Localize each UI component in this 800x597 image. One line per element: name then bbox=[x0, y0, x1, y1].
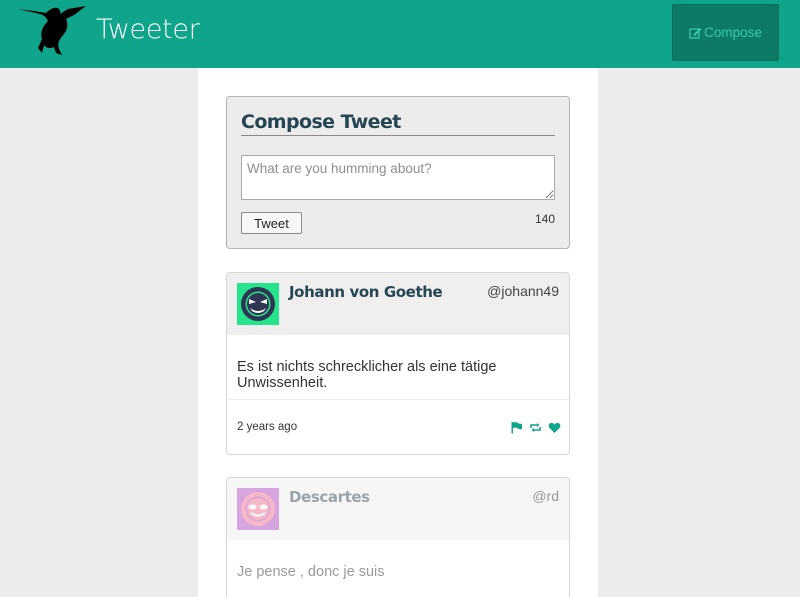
main-column: Compose Tweet Tweet 140 Johann von Goeth… bbox=[198, 68, 598, 597]
tweet-footer: 2 years ago bbox=[227, 399, 569, 454]
hummingbird-icon[interactable] bbox=[16, 3, 88, 57]
tweet-actions bbox=[510, 421, 561, 434]
flag-icon[interactable] bbox=[510, 421, 523, 434]
author-handle[interactable]: @rd bbox=[532, 488, 559, 504]
avatar bbox=[237, 488, 279, 530]
navbar: Tweeter Compose bbox=[0, 0, 800, 68]
avatar bbox=[237, 283, 279, 325]
tweet-header: Johann von Goethe @johann49 bbox=[227, 273, 569, 335]
tweet-timestamp: 2 years ago bbox=[237, 421, 298, 433]
compose-tweet-panel: Compose Tweet Tweet 140 bbox=[226, 96, 570, 249]
brand-title[interactable]: Tweeter bbox=[96, 14, 200, 45]
tweet-text-input[interactable] bbox=[241, 155, 555, 200]
author-handle[interactable]: @johann49 bbox=[487, 283, 559, 299]
compose-button[interactable]: Compose bbox=[672, 4, 779, 61]
tweet-header: Descartes @rd bbox=[227, 478, 569, 540]
tweet-submit-button[interactable]: Tweet bbox=[241, 212, 302, 234]
tweet-text: Je pense , donc je suis bbox=[237, 564, 385, 580]
character-counter: 140 bbox=[534, 212, 555, 226]
compose-tweet-title: Compose Tweet bbox=[241, 111, 555, 136]
author-name[interactable]: Johann von Goethe bbox=[289, 283, 443, 301]
retweet-icon[interactable] bbox=[529, 421, 542, 434]
tweet-text: Es ist nichts schrecklicher als eine tät… bbox=[237, 359, 497, 391]
heart-icon[interactable] bbox=[548, 421, 561, 434]
edit-icon bbox=[689, 28, 702, 39]
tweet-card: Descartes @rd Je pense , donc je suis bbox=[226, 477, 570, 597]
compose-button-label: Compose bbox=[704, 25, 762, 40]
tweet-card: Johann von Goethe @johann49 Es ist nicht… bbox=[226, 272, 570, 455]
author-name[interactable]: Descartes bbox=[289, 488, 370, 506]
